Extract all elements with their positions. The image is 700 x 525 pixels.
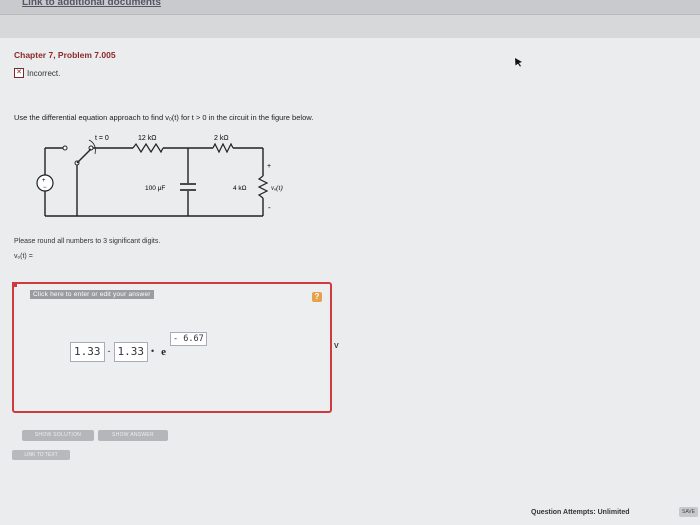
answer-expression: 1.33 - 1.33 • e - 6.67: [70, 332, 207, 362]
capacitor-label: 100 μF: [145, 185, 165, 192]
save-button[interactable]: SAVE: [679, 507, 698, 517]
answer-field-2[interactable]: 1.33: [113, 342, 148, 362]
answer-field-1[interactable]: 1.33: [70, 342, 105, 362]
svg-text:−: −: [43, 185, 47, 191]
r3-label: 4 kΩ: [233, 185, 247, 192]
question-text: Use the differential equation approach t…: [14, 113, 314, 122]
status-incorrect: ✕ Incorrect.: [14, 68, 60, 78]
units-label: V: [334, 343, 339, 350]
plus-label: +: [267, 163, 271, 170]
answer-box: Click here to enter or edit your answer …: [12, 282, 332, 413]
show-solution-button[interactable]: SHOW SOLUTION: [22, 430, 94, 441]
circuit-diagram: + − t = 0 12 kΩ 2 kΩ 6V 100 μF 4 kΩ vₒ(t…: [36, 135, 283, 217]
top-bar: Link to additional documents: [0, 0, 700, 15]
vo-label: vₒ(t) =: [14, 253, 33, 260]
r2-label: 2 kΩ: [214, 135, 229, 142]
answer-box-corner: [12, 282, 17, 287]
output-label: vₒ(t): [271, 184, 283, 192]
help-icon[interactable]: ?: [312, 292, 322, 302]
edit-answer-link[interactable]: Click here to enter or edit your answer: [30, 290, 154, 299]
euler-e: e: [161, 346, 167, 358]
top-nav-link[interactable]: Link to additional documents: [22, 0, 161, 8]
svg-text:+: +: [42, 178, 46, 184]
question-attempts: Question Attempts: Unlimited: [531, 509, 630, 516]
minus-label: -: [268, 203, 271, 212]
round-note: Please round all numbers to 3 significan…: [14, 238, 161, 245]
status-text: Incorrect.: [27, 68, 61, 78]
incorrect-x-icon: ✕: [14, 68, 24, 78]
switch-label: t = 0: [95, 135, 109, 142]
show-answer-button[interactable]: SHOW ANSWER: [98, 430, 168, 441]
link-to-text-button[interactable]: LINK TO TEXT: [12, 450, 70, 460]
times-operator: •: [151, 346, 155, 356]
r1-label: 12 kΩ: [138, 135, 156, 142]
exponent-field[interactable]: - 6.67: [170, 332, 207, 346]
mouse-cursor-icon: [515, 58, 522, 67]
minus-operator: -: [107, 346, 111, 356]
chapter-title: Chapter 7, Problem 7.005: [14, 50, 116, 60]
